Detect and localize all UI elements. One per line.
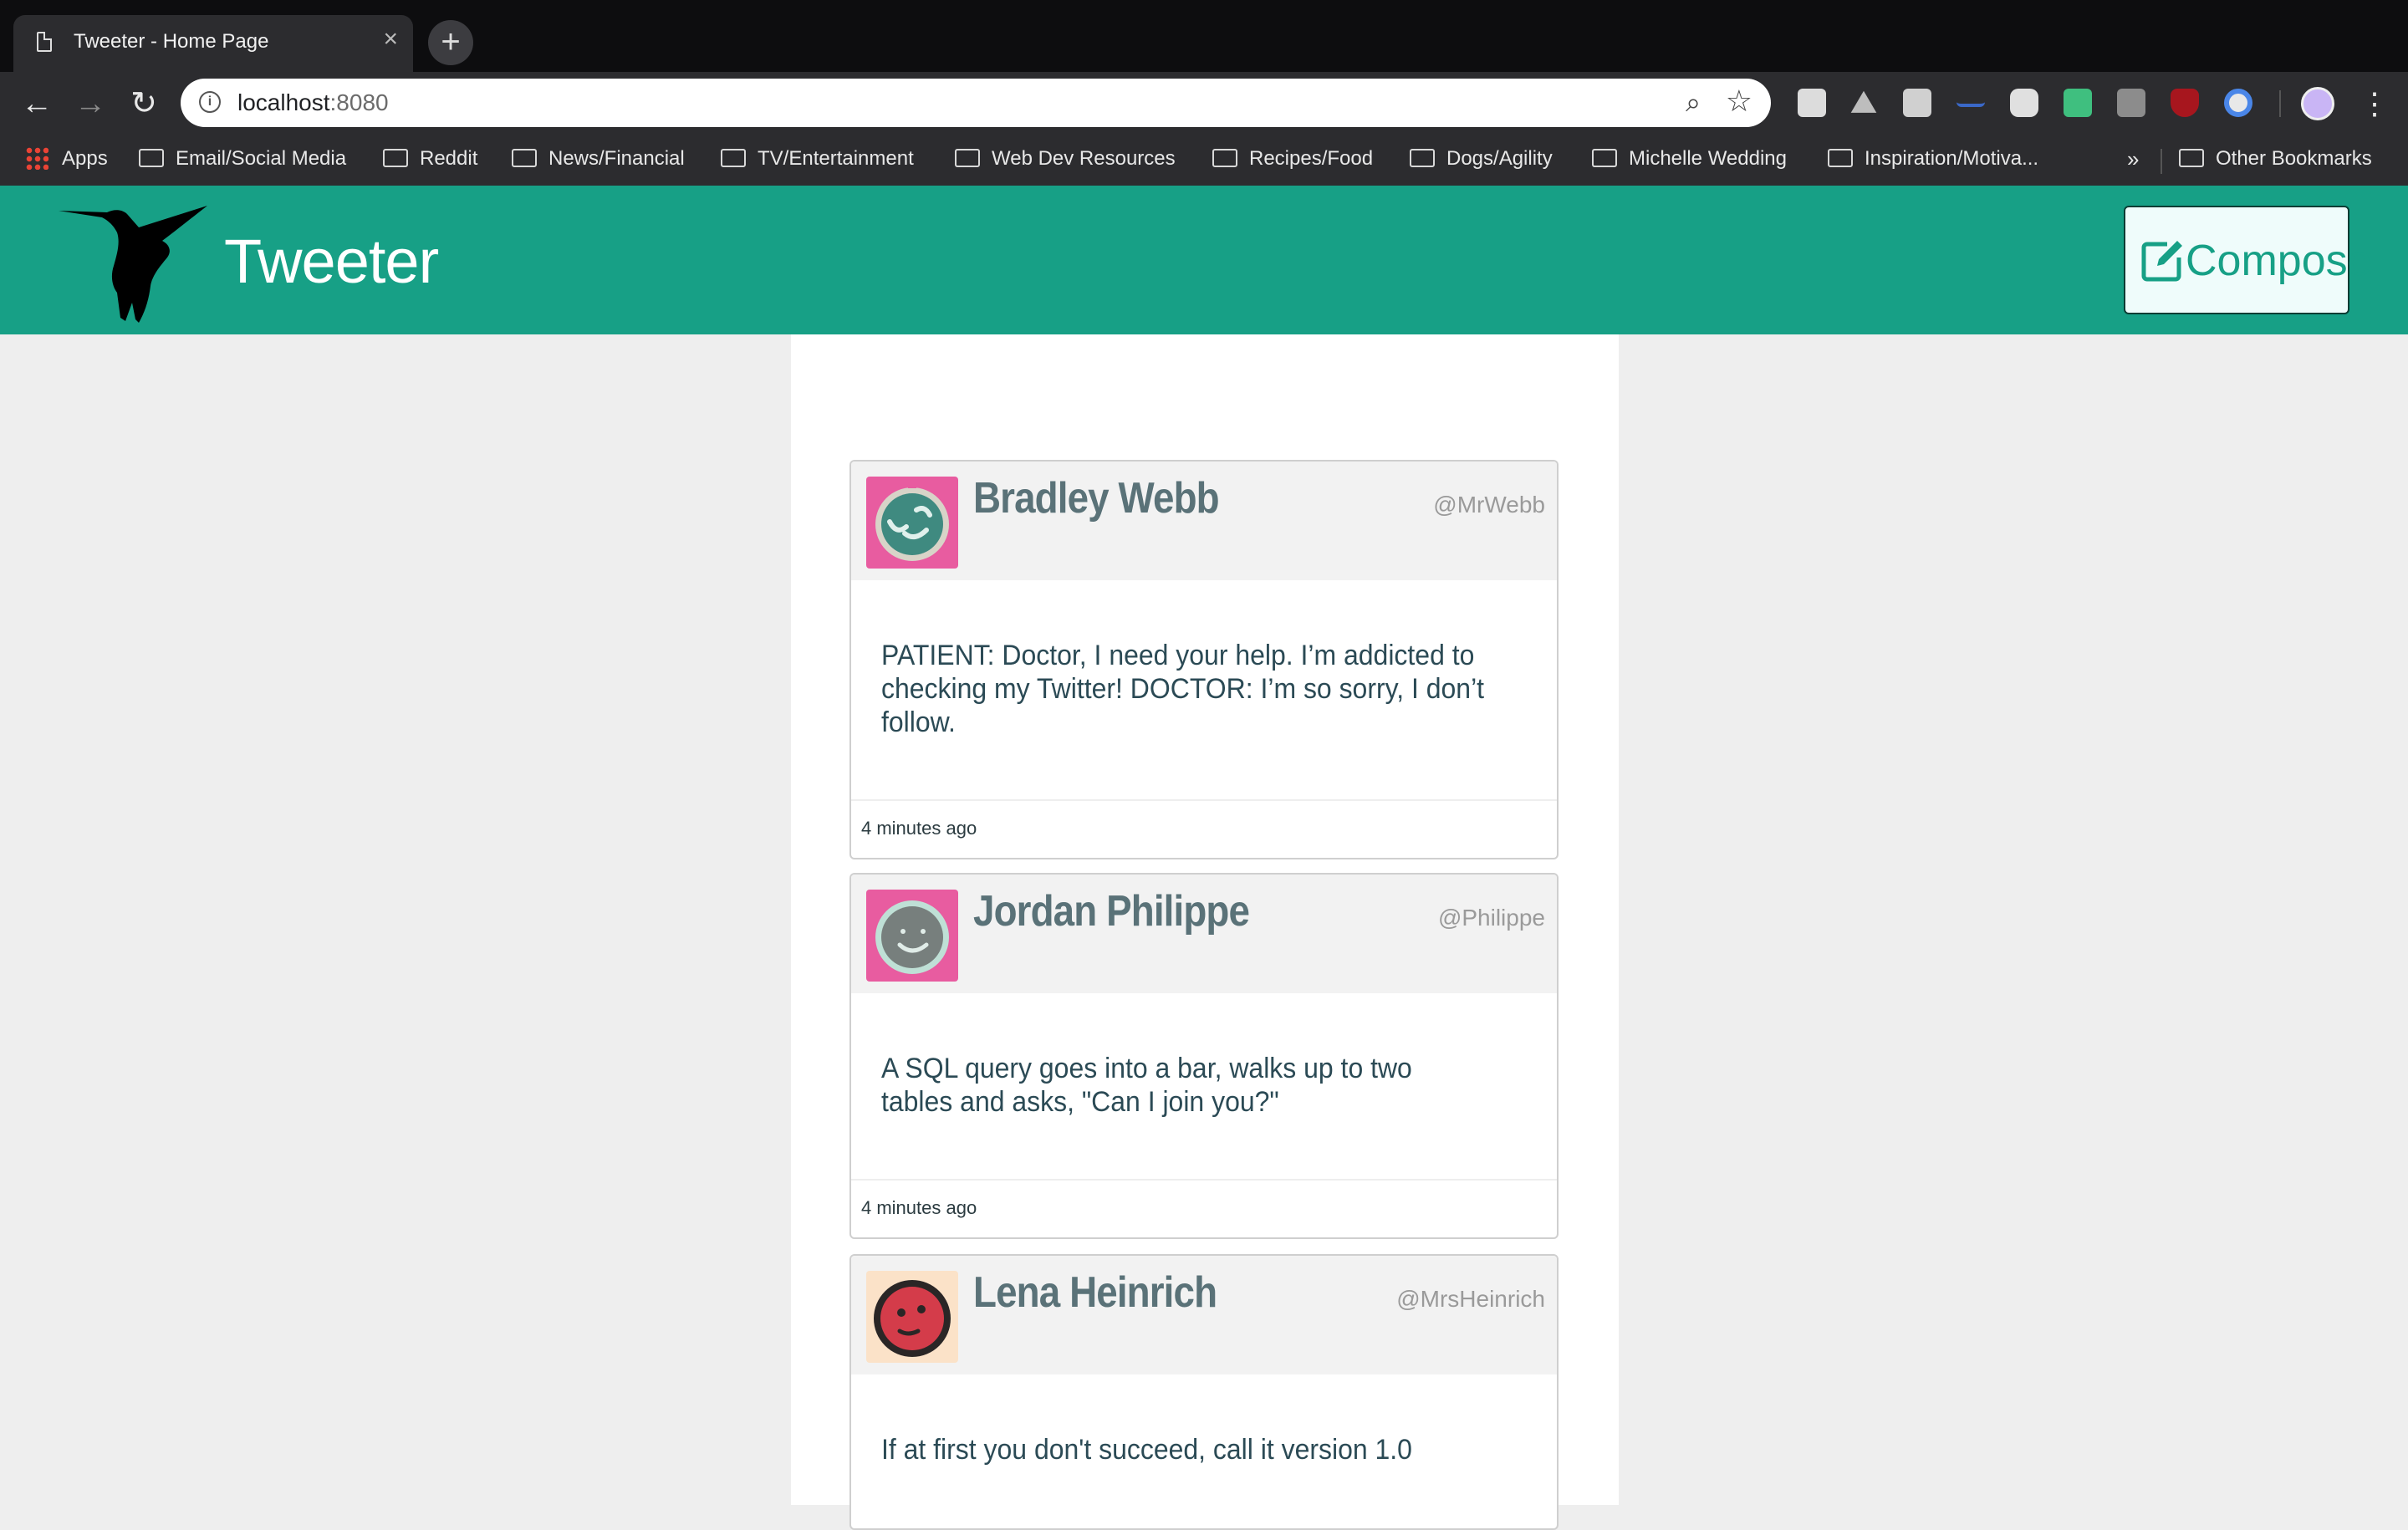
bookmark-folder[interactable]: Recipes/Food: [1212, 142, 1373, 176]
edit-icon: [2141, 241, 2182, 282]
toolbar-divider: [2279, 90, 2281, 117]
browser-tab-strip: Tweeter - Home Page × +: [0, 0, 2408, 72]
folder-icon: [2179, 148, 2204, 167]
back-icon[interactable]: ←: [17, 84, 57, 124]
extension-icon[interactable]: [2010, 89, 2038, 117]
author-handle: @Philippe: [1437, 905, 1545, 931]
author-name: Lena Heinrich: [973, 1268, 1217, 1317]
folder-icon: [955, 148, 980, 167]
tweet-timestamp: 4 minutes ago: [861, 818, 977, 839]
apps-grid-icon: [25, 145, 48, 170]
author-name: Bradley Webb: [973, 474, 1220, 523]
extension-icon[interactable]: [2064, 89, 2092, 117]
tweet-footer: 4 minutes ago: [851, 1179, 1557, 1237]
more-bookmarks-button[interactable]: »: [2127, 142, 2139, 176]
author-name: Jordan Philippe: [973, 887, 1250, 936]
bookmark-star-icon[interactable]: ☆: [1726, 84, 1752, 119]
folder-icon: [1212, 148, 1237, 167]
site-info-icon[interactable]: i: [199, 91, 221, 113]
bookmark-folder[interactable]: Reddit: [383, 142, 477, 176]
zoom-icon[interactable]: ⌕: [1686, 87, 1701, 119]
new-tab-button[interactable]: +: [428, 20, 473, 65]
browser-tab-active[interactable]: Tweeter - Home Page ×: [13, 15, 413, 72]
url-host: localhost: [237, 89, 330, 115]
tab-close-button[interactable]: ×: [383, 27, 398, 52]
tweet-header: Jordan Philippe @Philippe: [851, 875, 1557, 993]
compose-label: Compose: [2186, 237, 2372, 285]
bookmark-folder[interactable]: Web Dev Resources: [955, 142, 1176, 176]
bookmark-folder[interactable]: Email/Social Media: [139, 142, 346, 176]
folder-icon: [383, 148, 408, 167]
bookmarks-bar: Apps Email/Social Media Reddit News/Fina…: [0, 135, 2408, 186]
bookmark-label: Michelle Wedding: [1629, 147, 1787, 170]
bookmark-folder[interactable]: TV/Entertainment: [721, 142, 914, 176]
bookmark-label: Dogs/Agility: [1446, 147, 1553, 170]
tweet-header: Lena Heinrich @MrsHeinrich: [851, 1256, 1557, 1374]
user-avatar: [866, 890, 958, 982]
bookmark-folder[interactable]: Inspiration/Motiva...: [1828, 142, 2038, 176]
bookmark-label: TV/Entertainment: [758, 147, 914, 170]
bookmarks-divider: [2161, 149, 2162, 174]
tweet-card: Lena Heinrich @MrsHeinrich If at first y…: [849, 1254, 1559, 1530]
folder-icon: [512, 148, 537, 167]
bookmark-label: Recipes/Food: [1249, 147, 1374, 170]
ublock-icon[interactable]: [2171, 89, 2199, 117]
bookmark-folder[interactable]: News/Financial: [512, 142, 685, 176]
folder-icon: [1410, 148, 1435, 167]
bookmark-label: Other Bookmarks: [2216, 147, 2372, 170]
tweet-card: Jordan Philippe @Philippe A SQL query go…: [849, 873, 1559, 1239]
compose-button[interactable]: Compose: [2124, 206, 2372, 314]
extension-icon[interactable]: [1903, 89, 1931, 117]
reload-icon[interactable]: ↻: [124, 84, 164, 124]
tweet-card: Bradley Webb @MrWebb PATIENT: Doctor, I …: [849, 460, 1559, 859]
tweet-footer: 4 minutes ago: [851, 799, 1557, 858]
folder-icon: [139, 148, 164, 167]
author-handle: @MrWebb: [1433, 492, 1545, 518]
bookmark-label: News/Financial: [548, 147, 685, 170]
extension-icon[interactable]: [2117, 89, 2145, 117]
app-header: Tweeter Compose: [0, 186, 2408, 334]
folder-icon: [1828, 148, 1853, 167]
bookmark-apps[interactable]: Apps: [25, 142, 108, 176]
url-port: :8080: [329, 89, 389, 115]
brand-title: Tweeter: [224, 227, 439, 296]
extension-icon[interactable]: [1798, 89, 1826, 117]
bookmark-label: Apps: [62, 147, 108, 170]
bookmark-folder-other[interactable]: Other Bookmarks: [2179, 142, 2372, 176]
page-icon: [37, 32, 52, 52]
tweet-header: Bradley Webb @MrWebb: [851, 462, 1557, 580]
bookmark-folder[interactable]: Dogs/Agility: [1410, 142, 1553, 176]
profile-avatar[interactable]: [2301, 87, 2334, 120]
tab-title: Tweeter - Home Page: [74, 30, 269, 53]
browser-menu-icon[interactable]: ⋮: [2360, 80, 2390, 127]
tweet-text: A SQL query goes into a bar, walks up to…: [881, 1053, 1412, 1118]
folder-icon: [721, 148, 746, 167]
browser-toolbar: ← → ↻ i localhost:8080 ⌕ ☆ ⋮: [0, 72, 2408, 135]
author-handle: @MrsHeinrich: [1396, 1286, 1545, 1312]
bookmark-label: Email/Social Media: [176, 147, 347, 170]
forward-icon[interactable]: →: [70, 84, 110, 124]
bookmark-label: Inspiration/Motiva...: [1865, 147, 2039, 170]
hummingbird-logo-icon: [59, 206, 207, 323]
tweet-text: PATIENT: Doctor, I need your help. I’m a…: [881, 640, 1485, 738]
bookmark-label: Web Dev Resources: [992, 147, 1176, 170]
extension-icon[interactable]: [1956, 89, 1985, 107]
tweet-timestamp: 4 minutes ago: [861, 1197, 977, 1218]
bookmark-folder[interactable]: Michelle Wedding: [1592, 142, 1787, 176]
bookmark-label: Reddit: [420, 147, 478, 170]
address-bar[interactable]: i localhost:8080 ⌕ ☆: [181, 79, 1771, 127]
tweet-feed: Bradley Webb @MrWebb PATIENT: Doctor, I …: [791, 334, 1619, 1530]
drive-icon[interactable]: [1850, 90, 1877, 113]
url-text: localhost:8080: [237, 89, 389, 116]
user-avatar: [866, 1271, 958, 1363]
folder-icon: [1592, 148, 1617, 167]
user-avatar: [866, 477, 958, 569]
tweet-text: If at first you don't succeed, call it v…: [881, 1434, 1412, 1466]
extension-icon[interactable]: [2224, 89, 2252, 117]
